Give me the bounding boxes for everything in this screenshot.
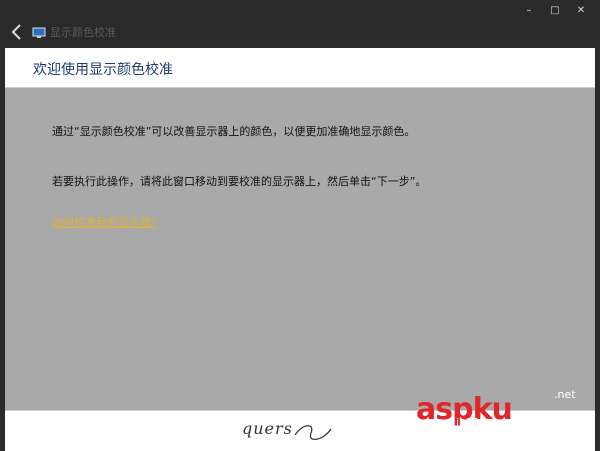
intro-text: 通过“显示颜色校准”可以改善显示器上的颜色，以便更加准确地显示颜色。 bbox=[52, 125, 416, 138]
help-link[interactable]: 如何校准我的显示器? bbox=[52, 214, 157, 230]
content-area: 通过“显示颜色校准”可以改善显示器上的颜色，以便更加准确地显示颜色。 若要执行此… bbox=[5, 88, 595, 410]
back-arrow-icon bbox=[11, 24, 21, 40]
title-bar: – □ ✕ 显示颜色校准 bbox=[0, 0, 600, 48]
watermark-sub: jb51 bbox=[456, 416, 481, 429]
page-title: 欢迎使用显示颜色校准 bbox=[33, 62, 173, 78]
watermark-bottom: 免费网站源码下载站 bbox=[468, 434, 567, 447]
back-button[interactable] bbox=[8, 22, 26, 42]
close-button[interactable]: ✕ bbox=[568, 2, 594, 18]
window-title: 显示颜色校准 bbox=[50, 26, 116, 39]
calibration-window: – □ ✕ 显示颜色校准 欢迎使用显示颜色校准 通过“显示颜色校准”可以改善显示… bbox=[0, 0, 600, 451]
watermark: aspku .net jb51 免费网站源码下载站 bbox=[416, 388, 596, 448]
footer-logo: quers bbox=[242, 419, 293, 438]
minimize-button[interactable]: – bbox=[516, 2, 542, 18]
monitor-icon bbox=[32, 24, 46, 38]
instruction-text: 若要执行此操作，请将此窗口移动到要校准的显示器上，然后单击“下一步”。 bbox=[52, 175, 427, 188]
logo-swash-icon bbox=[294, 425, 332, 440]
watermark-net: .net bbox=[554, 388, 576, 401]
page-header: 欢迎使用显示颜色校准 bbox=[5, 48, 595, 88]
maximize-button[interactable]: □ bbox=[542, 2, 568, 18]
window-controls: – □ ✕ bbox=[516, 2, 594, 18]
